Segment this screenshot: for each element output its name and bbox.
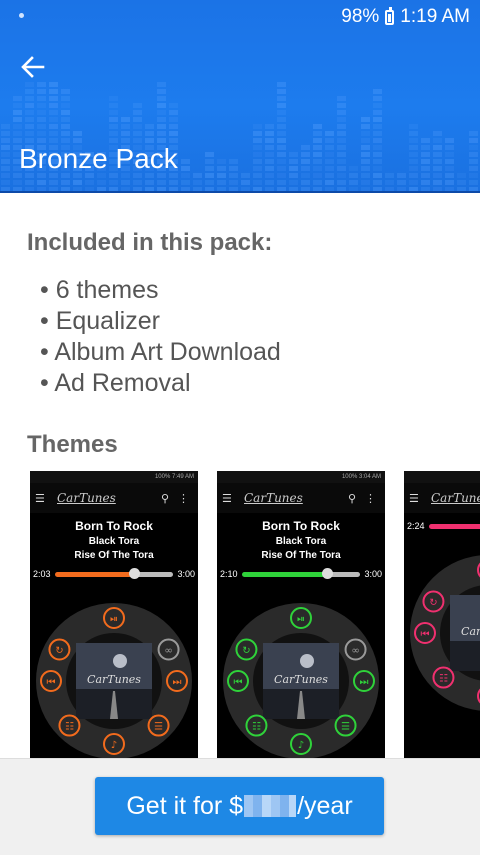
album-art-road bbox=[450, 641, 480, 671]
purchase-footer: Get it for $ /year bbox=[0, 758, 480, 855]
wheel-graphic: CarTunes⏯∞⏭☰♪☷⏮↻ bbox=[410, 555, 480, 711]
feature-item: Equalizer bbox=[40, 306, 281, 337]
total-time: 3:00 bbox=[364, 569, 382, 579]
theme-screenshot[interactable]: 100% 3:04 AM ☰ CarTunes ⚲ ⋮ Born To Rock Black… bbox=[217, 471, 385, 761]
voice-icon: ♪ bbox=[298, 740, 304, 751]
progress-row: 2:24 bbox=[404, 521, 480, 531]
control-wheel: CarTunes ⏯ ∞ ⏭ ☰ ♪ ☷ ⏮ ↻ bbox=[30, 589, 198, 761]
elapsed-time: 2:24 bbox=[407, 521, 425, 531]
thumb-toolbar: ☰ CarTunes ⚲ ⋮ bbox=[217, 483, 385, 513]
overflow-menu-icon: ⋮ bbox=[178, 492, 189, 505]
clock: 1:19 AM bbox=[400, 6, 470, 27]
progress-row: 2:10 3:00 bbox=[217, 567, 385, 579]
voice-icon: ♪ bbox=[111, 740, 117, 751]
album-art-logo: CarTunes bbox=[461, 625, 480, 638]
wheel-graphic: CarTunes ⏯ ∞ ⏭ ☰ ♪ ☷ ⏮ ↻ bbox=[36, 603, 192, 759]
elapsed-time: 2:03 bbox=[33, 569, 51, 579]
song-title: Born To Rock bbox=[262, 519, 340, 533]
menu-icon: ☰ bbox=[409, 492, 419, 505]
previous-track-icon: ⏮ bbox=[234, 677, 243, 688]
previous-track-icon: ⏮ bbox=[421, 629, 430, 640]
buy-button-suffix: /year bbox=[297, 791, 353, 820]
progress-knob bbox=[322, 567, 334, 579]
thumb-status-bar: 100% 3:04 AM bbox=[217, 471, 385, 483]
album-art-moon bbox=[300, 654, 314, 668]
buy-button-prefix: Get it for $ bbox=[126, 791, 244, 820]
total-time: 3:00 bbox=[177, 569, 195, 579]
feature-item: Album Art Download bbox=[40, 337, 281, 368]
notification-dot-icon bbox=[19, 13, 24, 18]
included-heading: Included in this pack: bbox=[27, 229, 273, 256]
shuffle-icon: ↻ bbox=[55, 646, 63, 657]
progress-bar bbox=[428, 523, 480, 529]
battery-icon bbox=[385, 6, 395, 25]
equalizer-icon: ☷ bbox=[252, 722, 261, 733]
album-name: Rise Of The Tora bbox=[261, 550, 341, 561]
thumb-toolbar: ☰ CarTunes ⚲ ⋮ bbox=[30, 483, 198, 513]
playlist-icon: ☰ bbox=[341, 722, 350, 733]
equalizer-icon: ☷ bbox=[439, 674, 448, 685]
thumb-toolbar: ☰CarTunes⚲⋮ bbox=[404, 483, 480, 513]
song-title: Born To Rock bbox=[75, 519, 153, 533]
album-art-logo: CarTunes bbox=[274, 673, 328, 686]
control-wheel: CarTunes ⏯ ∞ ⏭ ☰ ♪ ☷ ⏮ ↻ bbox=[217, 589, 385, 761]
repeat-icon: ∞ bbox=[164, 646, 172, 657]
artist-name: Black Tora bbox=[275, 536, 327, 547]
app-logo: CarTunes bbox=[57, 491, 116, 505]
theme-screenshots-carousel[interactable]: 100% 7:49 AM ☰ CarTunes ⚲ ⋮ Born To Rock Black… bbox=[30, 471, 480, 761]
back-arrow-icon[interactable] bbox=[18, 52, 48, 82]
theme-screenshot[interactable]: ☰CarTunes⚲⋮2:24CarTunes⏯∞⏭☰♪☷⏮↻ bbox=[404, 471, 480, 761]
buy-button[interactable]: Get it for $ /year bbox=[95, 777, 384, 835]
control-wheel: CarTunes⏯∞⏭☰♪☷⏮↻ bbox=[404, 541, 480, 713]
thumb-status-bar bbox=[404, 471, 480, 483]
search-icon: ⚲ bbox=[160, 492, 169, 505]
shuffle-icon: ↻ bbox=[242, 646, 250, 657]
themes-heading: Themes bbox=[27, 431, 118, 458]
playlist-icon: ☰ bbox=[154, 722, 163, 733]
play-pause-icon: ⏯ bbox=[297, 614, 305, 625]
album-art-moon bbox=[113, 654, 127, 668]
feature-item: 6 themes bbox=[40, 275, 281, 306]
artist-name: Black Tora bbox=[88, 536, 140, 547]
elapsed-time: 2:10 bbox=[220, 569, 238, 579]
equalizer-icon: ☷ bbox=[65, 722, 74, 733]
header-divider bbox=[0, 191, 480, 193]
search-icon: ⚲ bbox=[347, 492, 356, 505]
progress-row: 2:03 3:00 bbox=[30, 567, 198, 579]
feature-item: Ad Removal bbox=[40, 368, 281, 399]
menu-icon: ☰ bbox=[222, 492, 232, 505]
album-art-logo: CarTunes bbox=[87, 673, 141, 686]
menu-icon: ☰ bbox=[35, 492, 45, 505]
thumb-status-bar: 100% 7:49 AM bbox=[30, 471, 198, 483]
status-bar: 98% 1:19 AM bbox=[0, 0, 480, 33]
battery-percent: 98% bbox=[341, 6, 380, 27]
previous-track-icon: ⏮ bbox=[47, 677, 56, 688]
progress-knob bbox=[129, 567, 141, 579]
next-track-icon: ⏭ bbox=[360, 677, 369, 688]
progress-bar bbox=[241, 567, 361, 579]
app-logo: CarTunes bbox=[244, 491, 303, 505]
next-track-icon: ⏭ bbox=[173, 677, 182, 688]
wheel-graphic: CarTunes ⏯ ∞ ⏭ ☰ ♪ ☷ ⏮ ↻ bbox=[223, 603, 379, 759]
shuffle-icon: ↻ bbox=[429, 598, 437, 609]
progress-bar bbox=[54, 567, 174, 579]
album-name: Rise Of The Tora bbox=[74, 550, 154, 561]
app-logo: CarTunes bbox=[431, 491, 480, 505]
page-title: Bronze Pack bbox=[19, 143, 178, 174]
theme-screenshot[interactable]: 100% 7:49 AM ☰ CarTunes ⚲ ⋮ Born To Rock Black… bbox=[30, 471, 198, 761]
price-redacted bbox=[244, 795, 297, 817]
overflow-menu-icon: ⋮ bbox=[365, 492, 376, 505]
play-pause-icon: ⏯ bbox=[110, 614, 118, 625]
feature-list: 6 themes Equalizer Album Art Download Ad… bbox=[40, 275, 281, 399]
repeat-icon: ∞ bbox=[351, 646, 359, 657]
